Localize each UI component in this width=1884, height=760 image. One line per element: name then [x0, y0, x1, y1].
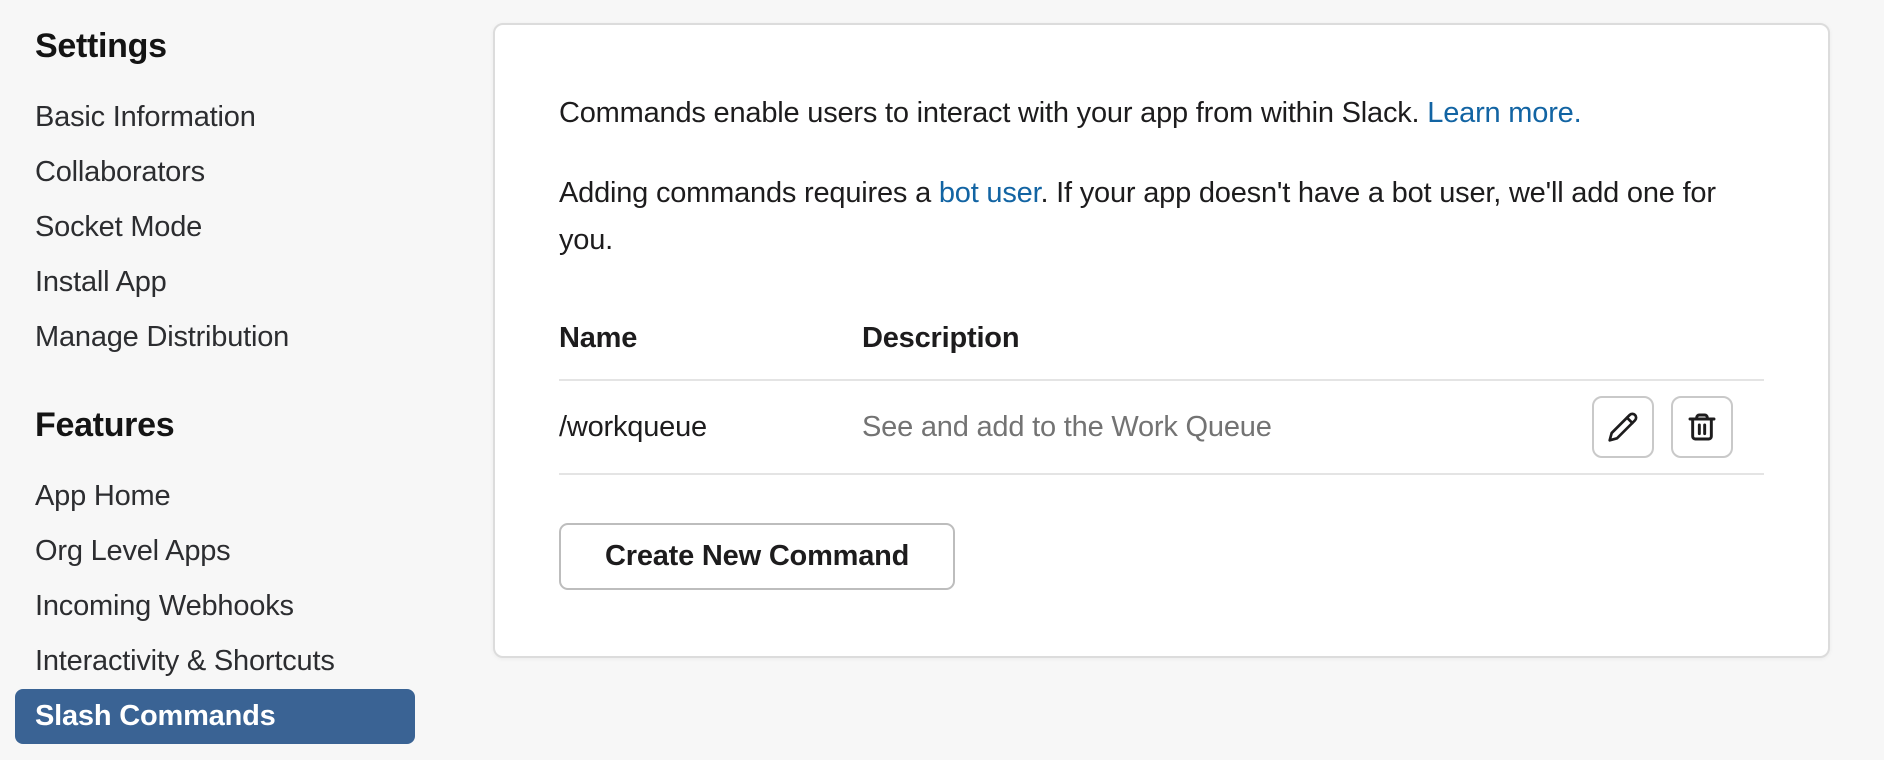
column-header-description: Description	[862, 322, 1020, 354]
sidebar-heading-features: Features	[35, 406, 175, 444]
sidebar-item-interactivity-shortcuts[interactable]: Interactivity & Shortcuts	[15, 634, 415, 689]
command-name: /workqueue	[559, 410, 707, 443]
sidebar-nav-features: App Home Org Level Apps Incoming Webhook…	[15, 469, 415, 744]
sidebar-item-manage-distribution[interactable]: Manage Distribution	[15, 310, 415, 365]
sidebar-item-basic-information[interactable]: Basic Information	[15, 90, 415, 145]
delete-command-button[interactable]	[1671, 396, 1733, 458]
column-header-name: Name	[559, 322, 638, 354]
sidebar-item-incoming-webhooks[interactable]: Incoming Webhooks	[15, 579, 415, 634]
create-new-command-button[interactable]: Create New Command	[559, 523, 956, 590]
command-table-row: /workqueue See and add to the Work Queue	[559, 381, 1764, 475]
note-text-before: Adding commands requires a	[559, 177, 939, 209]
command-description: See and add to the Work Queue	[862, 410, 1272, 443]
sidebar-item-org-level-apps[interactable]: Org Level Apps	[15, 524, 415, 579]
row-action-buttons	[1592, 396, 1733, 458]
sidebar-nav-settings: Basic Information Collaborators Socket M…	[15, 90, 415, 365]
sidebar-item-socket-mode[interactable]: Socket Mode	[15, 200, 415, 255]
learn-more-link[interactable]: Learn more.	[1427, 97, 1581, 129]
sidebar-item-slash-commands[interactable]: Slash Commands	[15, 689, 415, 744]
sidebar: Settings Basic Information Collaborators…	[15, 26, 415, 744]
pencil-icon	[1608, 412, 1638, 442]
note-paragraph: Adding commands requires a bot user. If …	[559, 170, 1764, 264]
sidebar-heading-settings: Settings	[35, 27, 167, 65]
intro-paragraph: Commands enable users to interact with y…	[559, 91, 1764, 136]
sidebar-item-app-home[interactable]: App Home	[15, 469, 415, 524]
intro-text: Commands enable users to interact with y…	[559, 97, 1428, 129]
commands-table-header: Name Description	[559, 320, 1764, 381]
bot-user-link[interactable]: bot user	[939, 177, 1041, 209]
trash-icon	[1688, 413, 1716, 441]
edit-command-button[interactable]	[1592, 396, 1654, 458]
sidebar-item-install-app[interactable]: Install App	[15, 255, 415, 310]
sidebar-item-collaborators[interactable]: Collaborators	[15, 145, 415, 200]
slash-commands-panel: Commands enable users to interact with y…	[493, 23, 1830, 658]
